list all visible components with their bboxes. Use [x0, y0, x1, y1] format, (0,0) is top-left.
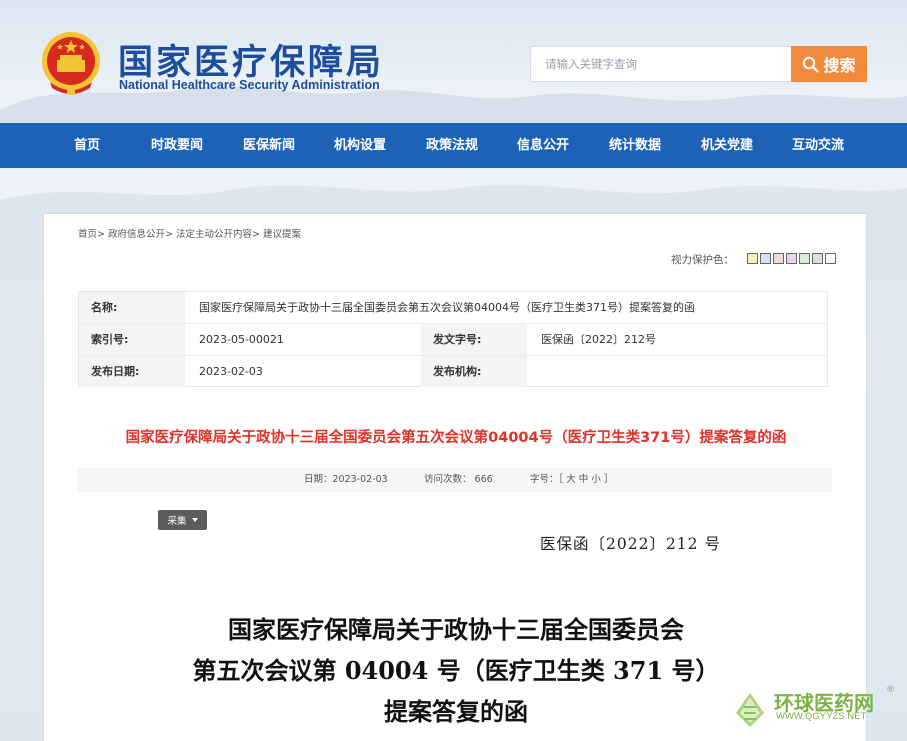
nav-interaction[interactable]: 互动交流 [792, 123, 844, 168]
nav-party-building[interactable]: 机关党建 [701, 123, 753, 168]
breadcrumb-statutory[interactable]: 法定主动公开内容 [176, 229, 252, 240]
nav-statistics[interactable]: 统计数据 [609, 123, 661, 168]
collect-label: 采集 [167, 516, 187, 527]
national-emblem-icon [42, 32, 100, 95]
nav-home[interactable]: 首页 [74, 123, 100, 168]
breadcrumb-proposals[interactable]: 建议提案 [263, 229, 301, 240]
watermark-registered-mark: ® [886, 685, 895, 695]
collect-dropdown-button[interactable]: 采集 [158, 510, 207, 530]
document-number: 医保函〔2022〕212 号 [540, 535, 721, 553]
meta-index-label: 索引号: [79, 324, 185, 355]
eye-protect-label: 视力保护色： [671, 254, 734, 266]
eye-color-swatch[interactable] [799, 253, 810, 264]
article-title: 国家医疗保障局关于政协十三届全国委员会第五次会议第04004号（医疗卫生类371… [125, 430, 787, 446]
article-panel: 首页> 政府信息公开> 法定主动公开内容> 建议提案 视力保护色： 名称: 国家… [43, 213, 867, 741]
nav-info-disclosure[interactable]: 信息公开 [517, 123, 569, 168]
nav-politics-news[interactable]: 时政要闻 [151, 123, 203, 168]
breadcrumb-sep: > [252, 229, 261, 240]
eye-color-swatch[interactable] [825, 253, 836, 264]
chevron-down-icon [191, 518, 198, 522]
font-size-switch[interactable]: 字号：［ 大 中 小 ］ [530, 468, 613, 492]
article-date: 日期：2023-02-03 [304, 474, 388, 485]
meta-org-label: 发布机构: [421, 356, 527, 387]
document-title-line: 国家医疗保障局关于政协十三届全国委员会 [228, 615, 684, 644]
search-button[interactable]: 搜索 [791, 46, 867, 82]
meta-docno-label: 发文字号: [421, 324, 527, 355]
eye-color-swatch[interactable] [747, 253, 758, 264]
meta-row: 索引号: 2023-05-00021 发文字号: 医保函〔2022〕212号 [79, 324, 827, 356]
main-nav: 首页 时政要闻 医保新闻 机构设置 政策法规 信息公开 统计数据 机关党建 互动… [0, 123, 907, 168]
eye-color-swatch[interactable] [773, 253, 784, 264]
eye-color-swatch[interactable] [786, 253, 797, 264]
document-title-line: 第五次会议第 04004 号（医疗卫生类 371 号） [192, 656, 720, 685]
search-button-label: 搜索 [823, 56, 856, 75]
breadcrumb: 首页> 政府信息公开> 法定主动公开内容> 建议提案 [78, 226, 301, 240]
meta-name-value: 国家医疗保障局关于政协十三届全国委员会第五次会议第04004号（医疗卫生类371… [199, 301, 695, 314]
meta-date-label: 发布日期: [79, 356, 185, 387]
document-meta-table: 名称: 国家医疗保障局关于政协十三届全国委员会第五次会议第04004号（医疗卫生… [78, 291, 828, 387]
meta-name-label: 名称: [79, 292, 185, 323]
meta-date-value: 2023-02-03 [199, 365, 263, 378]
breadcrumb-gov-info[interactable]: 政府信息公开 [108, 229, 165, 240]
meta-row: 名称: 国家医疗保障局关于政协十三届全国委员会第五次会议第04004号（医疗卫生… [79, 292, 827, 324]
breadcrumb-sep: > [97, 229, 105, 240]
site-header: 国家医疗保障局 National Healthcare Security Adm… [0, 0, 907, 123]
breadcrumb-home[interactable]: 首页 [78, 229, 97, 240]
eye-color-swatch[interactable] [812, 253, 823, 264]
watermark-url: WWW.QGYYZS.NET [776, 711, 867, 722]
nav-organization[interactable]: 机构设置 [334, 123, 386, 168]
article-visits: 访问次数： 666 [424, 474, 493, 485]
search-icon [803, 56, 820, 73]
eye-color-swatch[interactable] [760, 253, 771, 264]
nav-policies[interactable]: 政策法规 [426, 123, 478, 168]
meta-docno-value: 医保函〔2022〕212号 [541, 333, 656, 346]
search-input[interactable] [530, 46, 792, 82]
meta-index-value: 2023-05-00021 [199, 333, 284, 346]
article-info-bar: 日期：2023-02-03 访问次数： 666 字号：［ 大 中 小 ］ [78, 468, 832, 492]
meta-row: 发布日期: 2023-02-03 发布机构: [79, 356, 827, 388]
breadcrumb-sep: > [165, 229, 173, 240]
site-subtitle: National Healthcare Security Administrat… [119, 78, 380, 92]
meta-org-value [527, 356, 541, 387]
nav-healthcare-news[interactable]: 医保新闻 [243, 123, 295, 168]
